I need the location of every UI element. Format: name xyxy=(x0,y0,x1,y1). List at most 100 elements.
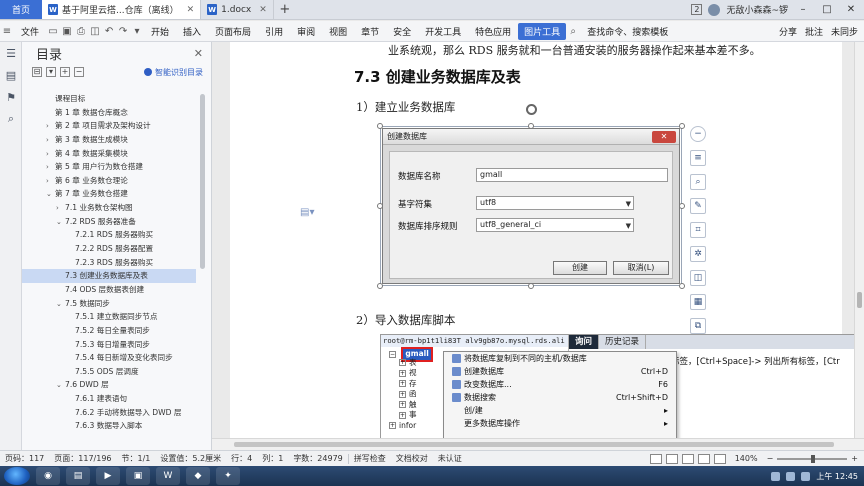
toc-item[interactable]: › 第 6 章 业务数仓理论 xyxy=(22,174,196,188)
toc-item[interactable]: › 第 5 章 用户行为数仓搭建 xyxy=(22,160,196,174)
toc-item[interactable]: ⌄ 7.2 RDS 服务器准备 xyxy=(22,215,196,229)
menu-item[interactable]: 视图 xyxy=(322,25,354,38)
toc-item[interactable]: 7.6.2 手动将数据导入 DWD 层 xyxy=(22,406,196,420)
start-button[interactable] xyxy=(4,467,30,485)
redo-icon[interactable]: ↷ xyxy=(116,26,130,37)
chevron-down-icon[interactable]: ⌄ xyxy=(56,298,65,311)
tab-home[interactable]: 首页 xyxy=(0,0,42,19)
chevron-right-icon[interactable]: › xyxy=(46,148,55,161)
collapse-all-icon[interactable]: ⊟ xyxy=(32,67,42,77)
toc-item[interactable]: 课程目标 xyxy=(22,92,196,106)
zoom-icon[interactable]: ⌕ xyxy=(690,174,706,190)
toc-item[interactable]: ⌄ 第 7 章 业务数仓搭建 xyxy=(22,187,196,201)
cert-status[interactable]: 未认证 xyxy=(433,453,467,464)
menu-item[interactable]: 插入 xyxy=(176,25,208,38)
toc-item[interactable]: 7.5.5 ODS 层调度 xyxy=(22,365,196,379)
wps-icon[interactable]: W xyxy=(156,467,180,485)
dropdown-icon[interactable]: ▾ xyxy=(130,26,144,37)
chevron-right-icon[interactable]: › xyxy=(46,120,55,133)
scroll-thumb[interactable] xyxy=(857,292,862,308)
undo-icon[interactable]: ↶ xyxy=(102,26,116,37)
sql-client-image[interactable]: root@rm-bp1t1li83T alv9gb87o.mysql.rds.a… xyxy=(380,334,854,438)
toc-item[interactable]: › 第 3 章 数据生成模块 xyxy=(22,133,196,147)
comment-button[interactable]: 批注 xyxy=(805,25,823,38)
close-icon[interactable]: ✕ xyxy=(194,47,203,60)
toc-item[interactable]: 7.5.3 每日增量表同步 xyxy=(22,338,196,352)
extract-text-icon[interactable]: ▦ xyxy=(690,294,706,310)
print-icon[interactable]: ⎙ xyxy=(74,26,88,37)
save-icon[interactable]: ▣ xyxy=(60,26,74,37)
toc-item[interactable]: › 7.1 业务数仓架构图 xyxy=(22,201,196,215)
crop-icon[interactable]: ⌗ xyxy=(690,222,706,238)
menu-item[interactable]: 审阅 xyxy=(290,25,322,38)
menu-item[interactable]: 特色应用 xyxy=(468,25,518,38)
chevron-right-icon[interactable]: › xyxy=(46,161,55,174)
chevron-right-icon[interactable]: › xyxy=(46,134,55,147)
layout-icon[interactable]: ≡ xyxy=(690,150,706,166)
remove-icon[interactable]: − xyxy=(74,67,84,77)
tab-document-1[interactable]: W 基于阿里云搭...仓库（离线） ✕ xyxy=(42,0,202,19)
toc-item[interactable]: 7.3 创建业务数据库及表 xyxy=(22,269,196,283)
compress-icon[interactable]: ⧉ xyxy=(690,318,706,334)
sync-status[interactable]: 未同步 xyxy=(831,25,858,38)
close-icon[interactable]: ✕ xyxy=(187,5,195,15)
chevron-down-icon[interactable]: ⌄ xyxy=(56,216,65,229)
picture-icon[interactable]: ◫ xyxy=(690,270,706,286)
chevron-right-icon[interactable]: › xyxy=(46,175,55,188)
volume-icon[interactable] xyxy=(801,471,811,481)
eyedropper-icon[interactable]: ✎ xyxy=(690,198,706,214)
scroll-thumb[interactable] xyxy=(234,442,834,447)
paragraph-marker-icon[interactable]: ▤▾ xyxy=(300,207,314,218)
zoom-level[interactable]: 140% xyxy=(730,454,763,463)
view-read-icon[interactable] xyxy=(713,453,726,464)
vertical-scrollbar[interactable] xyxy=(854,42,864,438)
view-focus-icon[interactable] xyxy=(649,453,662,464)
toc-item[interactable]: › 第 4 章 数据采集模块 xyxy=(22,147,196,161)
chevron-right-icon[interactable]: › xyxy=(56,202,65,215)
clock[interactable]: 上午 12:45 xyxy=(816,471,858,482)
zoom-out-icon[interactable]: − xyxy=(767,454,774,463)
doc-proof[interactable]: 文档校对 xyxy=(391,453,433,464)
share-button[interactable]: 分享 xyxy=(779,25,797,38)
search-commands[interactable]: 查找命令、搜索模板 xyxy=(580,25,675,38)
smart-toc-button[interactable]: 智能识别目录 xyxy=(144,67,203,78)
effects-icon[interactable]: ✲ xyxy=(690,246,706,262)
menu-item[interactable]: 引用 xyxy=(258,25,290,38)
toc-item[interactable]: 7.4 ODS 层数据表创建 xyxy=(22,283,196,297)
terminal-icon[interactable]: ▣ xyxy=(126,467,150,485)
zoom-knob[interactable] xyxy=(811,454,816,463)
avatar[interactable] xyxy=(708,3,721,16)
toc-item[interactable]: 7.6.3 数据导入脚本 xyxy=(22,419,196,433)
toc-item[interactable]: 7.2.1 RDS 服务器购买 xyxy=(22,228,196,242)
explorer-icon[interactable]: ▤ xyxy=(66,467,90,485)
expand-icon[interactable]: ▾ xyxy=(46,67,56,77)
status-page[interactable]: 页码：117 xyxy=(0,453,49,464)
tray-icon[interactable] xyxy=(786,471,796,481)
tray-icon[interactable] xyxy=(771,471,781,481)
chevron-down-icon[interactable]: ⌄ xyxy=(46,188,55,201)
menu-icon[interactable]: ≡ xyxy=(0,26,14,37)
app-icon[interactable]: ✦ xyxy=(216,467,240,485)
maximize-icon[interactable]: □ xyxy=(818,4,836,15)
zoom-slider[interactable] xyxy=(777,454,848,463)
toc-item[interactable]: 7.2.3 RDS 服务器购买 xyxy=(22,256,196,270)
search-icon[interactable]: ⌕ xyxy=(566,26,580,37)
chrome-icon[interactable]: ◉ xyxy=(36,467,60,485)
new-tab-button[interactable]: + xyxy=(274,0,296,19)
toc-item[interactable]: 7.5.4 每日新增及变化表同步 xyxy=(22,351,196,365)
collapse-icon[interactable]: − xyxy=(690,126,706,142)
app-icon[interactable]: ◆ xyxy=(186,467,210,485)
toc-item[interactable]: 7.5.2 每日全量表同步 xyxy=(22,324,196,338)
view-print-icon[interactable] xyxy=(665,453,678,464)
window-count-badge[interactable]: 2 xyxy=(691,4,703,15)
status-pages[interactable]: 页面：117/196 xyxy=(49,453,116,464)
menu-item[interactable]: 开始 xyxy=(144,25,176,38)
pages-icon[interactable]: ▤ xyxy=(0,64,22,86)
menu-file[interactable]: 文件 xyxy=(14,25,46,38)
bookmark-icon[interactable]: ⚑ xyxy=(0,86,22,108)
toc-item[interactable]: 7.5.1 建立数据同步节点 xyxy=(22,310,196,324)
close-icon[interactable]: ✕ xyxy=(259,5,267,15)
toc-item[interactable]: ⌄ 7.6 DWD 层 xyxy=(22,378,196,392)
menu-item[interactable]: 页面布局 xyxy=(208,25,258,38)
toc-item[interactable]: 7.6.1 建表语句 xyxy=(22,392,196,406)
